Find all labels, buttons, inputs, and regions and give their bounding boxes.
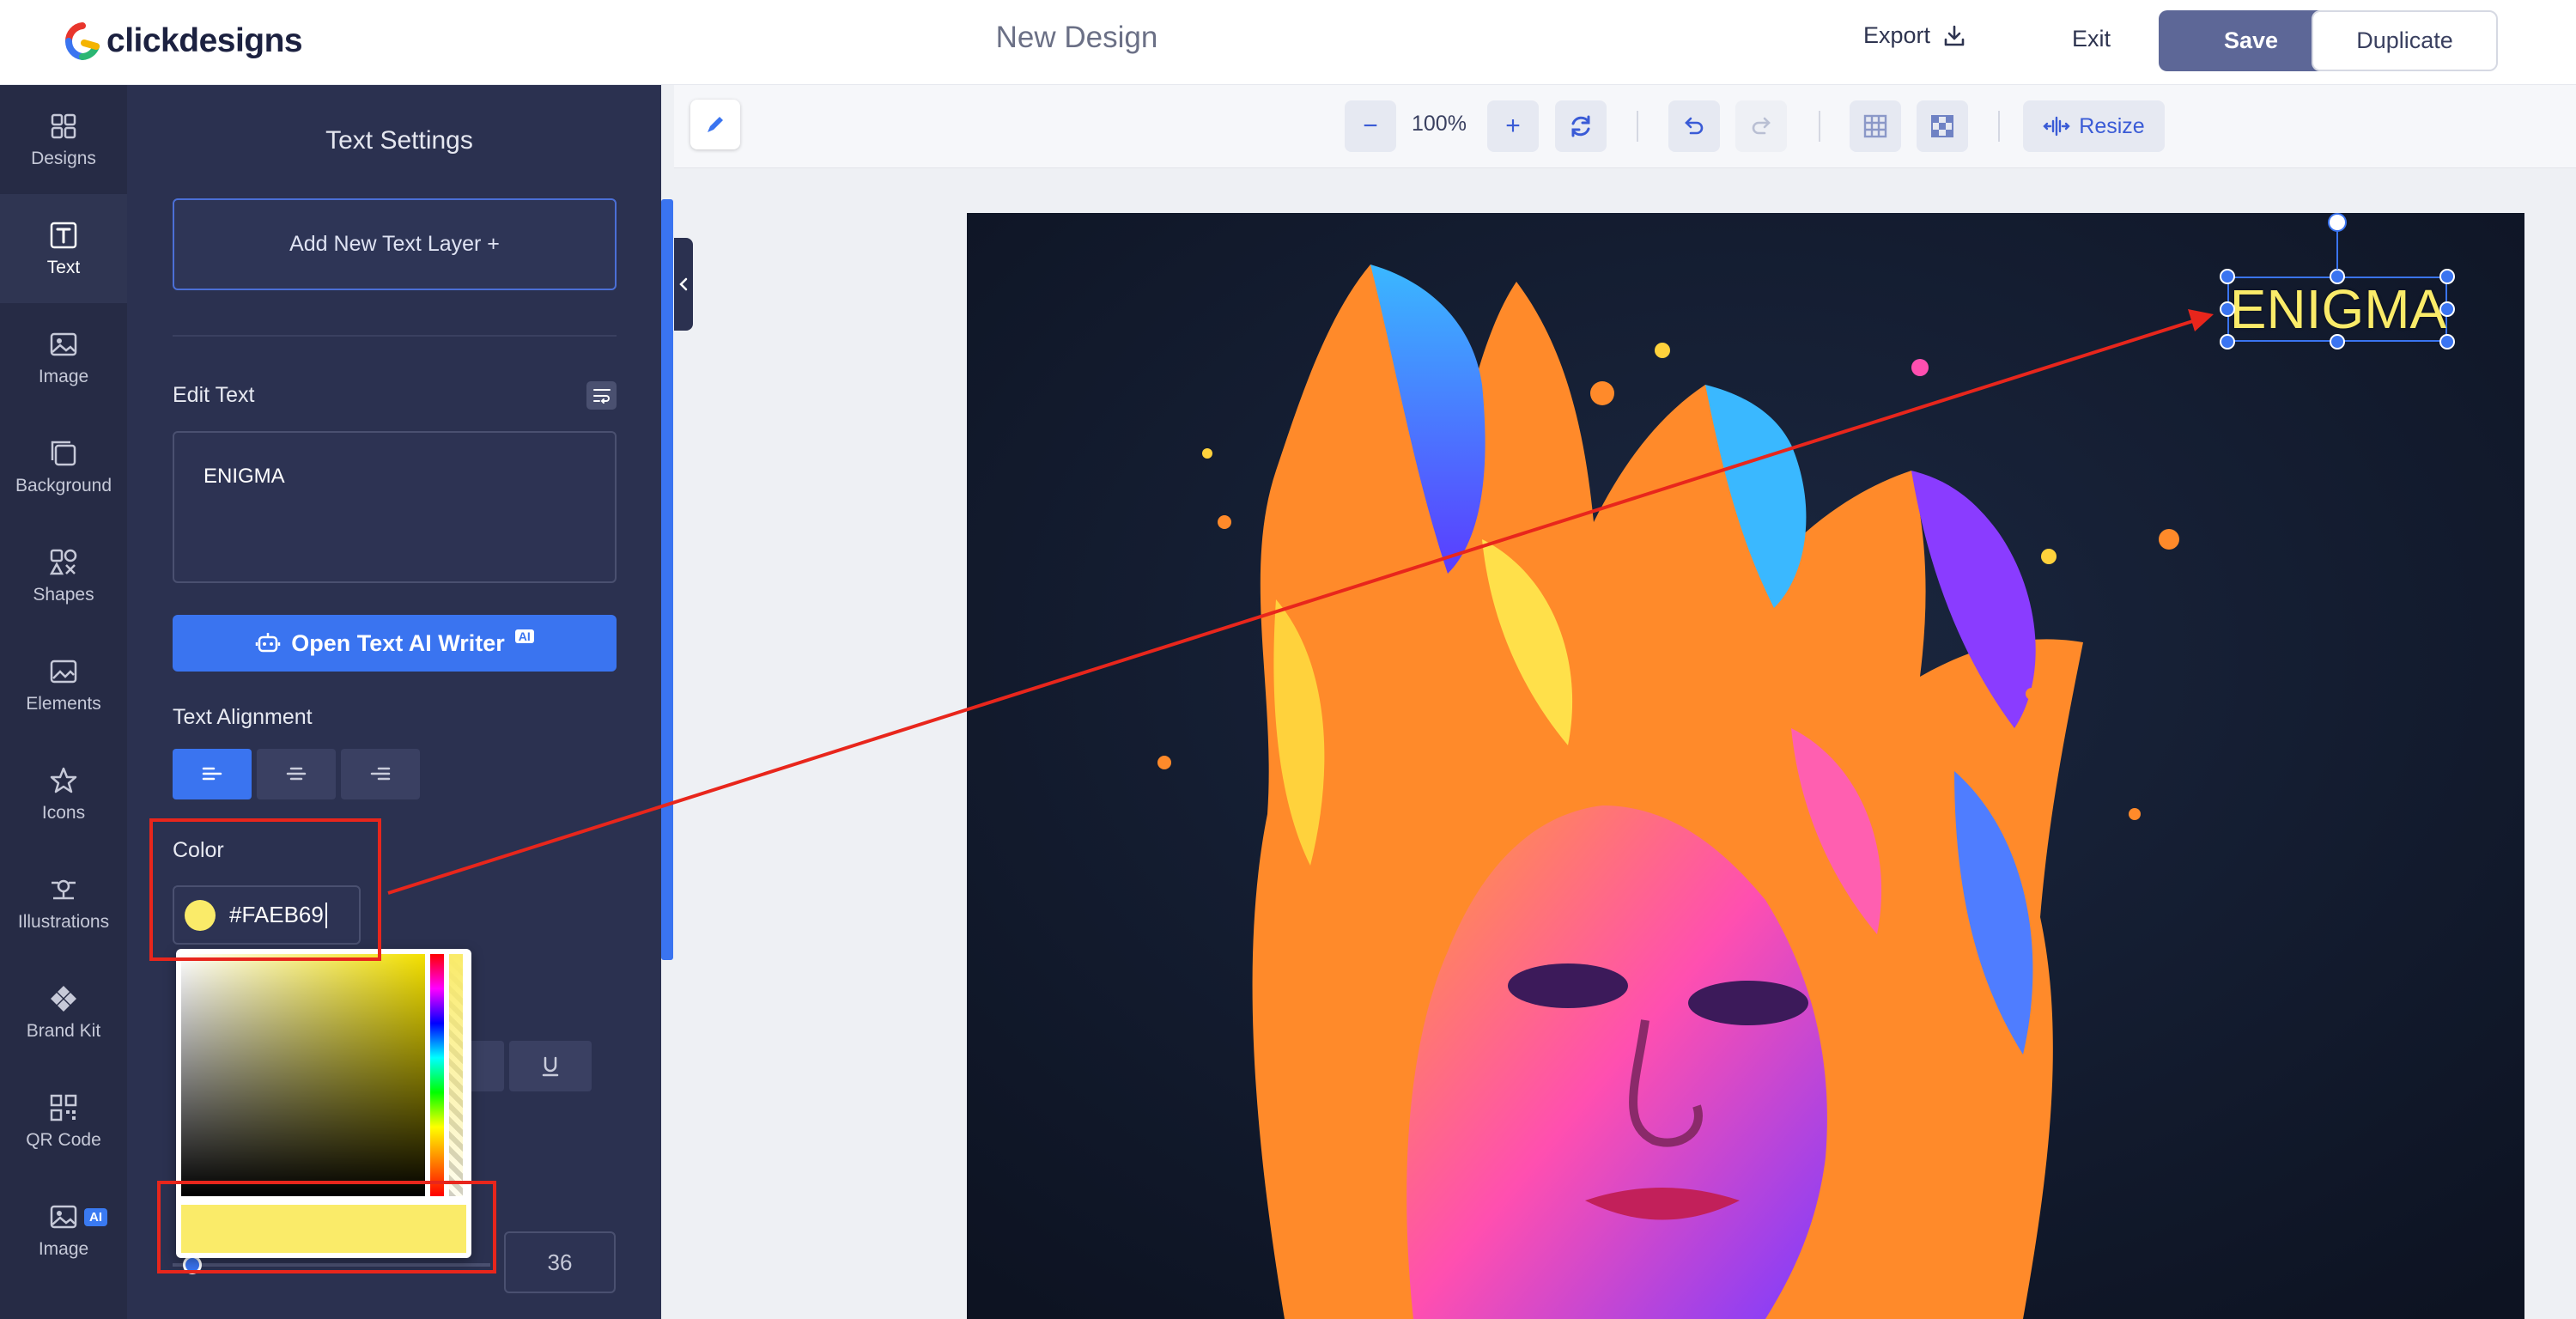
annotation-arrow [387, 309, 2214, 895]
